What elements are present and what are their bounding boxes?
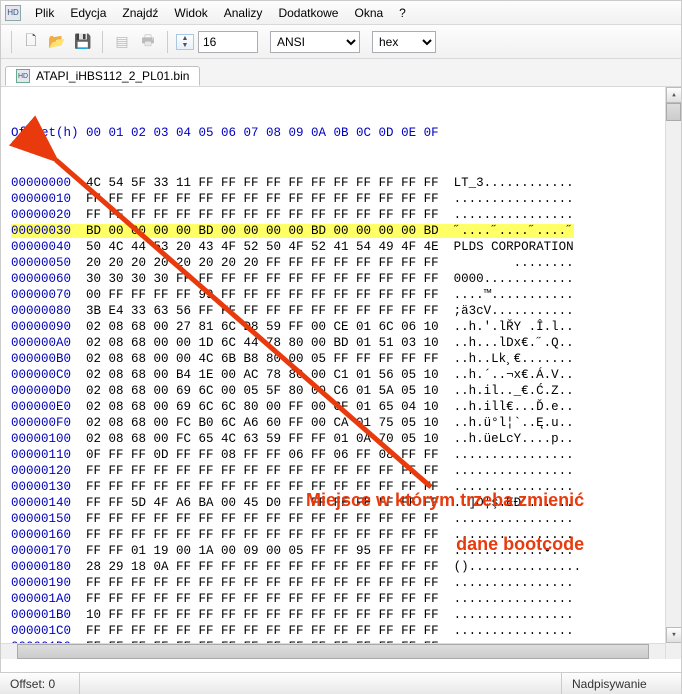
hex-row[interactable]: 000000D0 02 08 68 00 69 6C 00 05 5F 80 0…: [11, 383, 671, 399]
hex-row[interactable]: 00000080 3B E4 33 63 56 FF FF FF FF FF F…: [11, 303, 671, 319]
app-icon: HD: [5, 5, 21, 21]
tab-label: ATAPI_iHBS112_2_PL01.bin: [36, 69, 189, 83]
hex-header: Offset(h) 00 01 02 03 04 05 06 07 08 09 …: [11, 125, 671, 141]
hex-row[interactable]: 00000060 30 30 30 30 FF FF FF FF FF FF F…: [11, 271, 671, 287]
status-mode: Nadpisywanie: [562, 673, 682, 694]
menu-dodatkowe[interactable]: Dodatkowe: [270, 4, 346, 22]
hex-row[interactable]: 000000C0 02 08 68 00 B4 1E 00 AC 78 80 0…: [11, 367, 671, 383]
hex-row[interactable]: 000000A0 02 08 68 00 00 1D 6C 44 78 80 0…: [11, 335, 671, 351]
status-offset: Offset: 0: [0, 673, 80, 694]
hex-row[interactable]: 00000000 4C 54 5F 33 11 FF FF FF FF FF F…: [11, 175, 671, 191]
tab-bar: HD ATAPI_iHBS112_2_PL01.bin: [1, 59, 681, 87]
hex-row[interactable]: 000000E0 02 08 68 00 69 6C 6C 80 00 FF 0…: [11, 399, 671, 415]
save-icon[interactable]: 💾: [72, 31, 94, 53]
toolbar: 🗋 📂 💾 ▤ 🖶 ▲▼ ANSI hex: [1, 25, 681, 59]
menu-znajdź[interactable]: Znajdź: [114, 4, 166, 22]
hex-row[interactable]: 00000180 28 29 18 0A FF FF FF FF FF FF F…: [11, 559, 671, 575]
hex-row[interactable]: 00000170 FF FF 01 19 00 1A 00 09 00 05 F…: [11, 543, 671, 559]
hex-row[interactable]: 000000B0 02 08 68 00 00 4C 6B B8 80 00 0…: [11, 351, 671, 367]
file-tab[interactable]: HD ATAPI_iHBS112_2_PL01.bin: [5, 66, 200, 86]
hex-row[interactable]: 00000110 0F FF FF 0D FF FF 08 FF FF 06 F…: [11, 447, 671, 463]
hex-row[interactable]: 00000020 FF FF FF FF FF FF FF FF FF FF F…: [11, 207, 671, 223]
hex-row[interactable]: 00000120 FF FF FF FF FF FF FF FF FF FF F…: [11, 463, 671, 479]
menu-edycja[interactable]: Edycja: [62, 4, 114, 22]
status-spacer: [80, 673, 562, 694]
chip-icon[interactable]: ▤: [111, 31, 133, 53]
hex-row[interactable]: 000001C0 FF FF FF FF FF FF FF FF FF FF F…: [11, 623, 671, 639]
menu-widok[interactable]: Widok: [166, 4, 215, 22]
hex-row[interactable]: 00000030 BD 00 00 00 00 BD 00 00 00 00 B…: [11, 223, 671, 239]
scrollbar-vertical[interactable]: ▴ ▾: [665, 87, 681, 659]
hex-editor[interactable]: Offset(h) 00 01 02 03 04 05 06 07 08 09 …: [1, 87, 681, 659]
hex-row[interactable]: 00000070 00 FF FF FF FF 99 FF FF FF FF F…: [11, 287, 671, 303]
hex-row[interactable]: 000001B0 10 FF FF FF FF FF FF FF FF FF F…: [11, 607, 671, 623]
hex-row[interactable]: 000000F0 02 08 68 00 FC B0 6C A6 60 FF 0…: [11, 415, 671, 431]
hex-row[interactable]: 00000090 02 08 68 00 27 81 6C D8 59 FF 0…: [11, 319, 671, 335]
scroll-down-icon[interactable]: ▾: [666, 627, 681, 643]
open-icon[interactable]: 📂: [46, 31, 68, 53]
menu-plik[interactable]: Plik: [27, 4, 62, 22]
format-select[interactable]: hex: [372, 31, 436, 53]
menubar: HD PlikEdycjaZnajdźWidokAnalizyDodatkowe…: [1, 1, 681, 25]
divider: [11, 31, 12, 53]
divider: [167, 31, 168, 53]
hex-row[interactable]: 00000040 50 4C 44 53 20 43 4F 52 50 4F 5…: [11, 239, 671, 255]
scrollbar-horizontal[interactable]: ◂ ▸: [1, 643, 665, 659]
menu-analizy[interactable]: Analizy: [216, 4, 271, 22]
scroll-thumb[interactable]: [17, 644, 649, 659]
menu-okna[interactable]: Okna: [346, 4, 391, 22]
new-icon[interactable]: 🗋: [20, 31, 42, 53]
encoding-select[interactable]: ANSI: [270, 31, 360, 53]
menu-?[interactable]: ?: [391, 4, 414, 22]
divider: [102, 31, 103, 53]
file-icon: HD: [16, 69, 30, 83]
hex-row[interactable]: 00000010 FF FF FF FF FF FF FF FF FF FF F…: [11, 191, 671, 207]
hex-row[interactable]: 00000160 FF FF FF FF FF FF FF FF FF FF F…: [11, 527, 671, 543]
columns-input[interactable]: [198, 31, 258, 53]
scroll-thumb[interactable]: [666, 103, 681, 121]
hex-row[interactable]: 00000050 20 20 20 20 20 20 20 20 FF FF F…: [11, 255, 671, 271]
hex-row[interactable]: 000001A0 FF FF FF FF FF FF FF FF FF FF F…: [11, 591, 671, 607]
hex-row[interactable]: 00000140 FF FF 5D 4F A6 BA 00 45 D0 FF F…: [11, 495, 671, 511]
hex-row[interactable]: 00000190 FF FF FF FF FF FF FF FF FF FF F…: [11, 575, 671, 591]
column-stepper[interactable]: ▲▼: [176, 34, 194, 50]
hex-row[interactable]: 00000150 FF FF FF FF FF FF FF FF FF FF F…: [11, 511, 671, 527]
status-bar: Offset: 0 Nadpisywanie: [0, 672, 682, 694]
hex-row[interactable]: 00000130 FF FF FF FF FF FF FF FF FF FF F…: [11, 479, 671, 495]
scroll-up-icon[interactable]: ▴: [666, 87, 681, 103]
hex-row[interactable]: 00000100 02 08 68 00 FC 65 4C 63 59 FF F…: [11, 431, 671, 447]
print-icon[interactable]: 🖶: [137, 31, 159, 53]
